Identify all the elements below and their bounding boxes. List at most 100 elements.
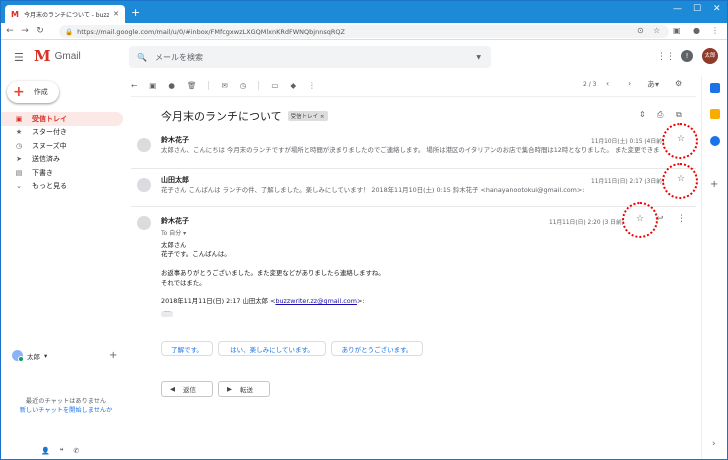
back-to-inbox-icon[interactable]: ← — [131, 81, 137, 90]
back-icon[interactable]: ← — [4, 26, 16, 36]
browser-tab[interactable]: M 今月末のランチについて - buzzwriter ✕ — [5, 5, 125, 23]
delete-icon[interactable]: 🗑 — [187, 81, 197, 90]
reload-icon[interactable]: ↻ — [34, 26, 46, 36]
title-bar: M 今月末のランチについて - buzzwriter ✕ + — ☐ ✕ — [1, 1, 727, 23]
message-item[interactable]: 鈴木花子 太郎さん、こんにちは 今月末のランチですが場所と時間が決まりましたので… — [131, 131, 696, 167]
chevron-down-icon: ▾ — [44, 351, 48, 360]
url-bar[interactable]: 🔒 https://mail.google.com/mail/u/0/#inbo… — [59, 25, 669, 38]
inbox-label-chip[interactable]: 受信トレイ × — [287, 111, 328, 121]
quote-email-link[interactable]: buzzwriter.zz@gmail.com — [275, 297, 356, 305]
key-icon[interactable]: ⊙ — [637, 26, 644, 35]
add-chat-icon[interactable]: + — [109, 350, 117, 361]
message-date: 11月10日(土) 0:15 (4日前) — [591, 139, 665, 145]
hangouts-icon[interactable]: ❝ — [60, 447, 64, 455]
highlight-circle — [662, 163, 698, 199]
open-new-window-icon[interactable]: ⧉ — [676, 110, 682, 120]
lock-icon: 🔒 — [65, 27, 74, 36]
label-icon[interactable]: ◆ — [290, 81, 296, 90]
input-tools-label: あ — [647, 80, 655, 89]
more-options-icon[interactable]: ⋮ — [677, 214, 686, 224]
toolbar-divider-line — [131, 96, 696, 97]
avatar — [137, 138, 151, 152]
prev-icon[interactable]: ‹ — [606, 79, 609, 88]
notifications-icon[interactable]: ! — [681, 50, 693, 62]
start-chat-link[interactable]: 新しいチャットを開始しませんか — [11, 406, 121, 415]
more-options-icon[interactable]: ⋮ — [308, 81, 316, 90]
gmail-m-icon: M — [34, 47, 51, 65]
input-tools-button[interactable]: あ▾ — [647, 79, 659, 90]
sidebar-item-sent[interactable]: ➤ 送信済み — [1, 153, 123, 167]
show-trimmed-content-button[interactable]: ··· — [161, 310, 173, 317]
forward-button[interactable]: ▶ 転送 — [218, 381, 270, 397]
message-snippet: 太郎さん、こんにちは 今月末のランチですが場所と時間が決まりましたのでご連絡しま… — [161, 146, 660, 154]
message-snippet: 花子さん こんばんは ランチの件、了解しました。楽しみにしています！ 2018年… — [161, 186, 585, 194]
minimize-icon[interactable]: — — [673, 4, 682, 14]
sidebar-item-drafts[interactable]: ▤ 下書き — [1, 166, 123, 180]
gmail-favicon-icon: M — [11, 9, 19, 19]
sidebar-item-more[interactable]: ⌄ もっと見る — [1, 180, 123, 194]
expand-all-icon[interactable]: ⇕ — [639, 110, 646, 119]
tab-close-icon[interactable]: ✕ — [113, 10, 119, 18]
main-menu-icon[interactable]: ☰ — [14, 51, 24, 64]
maximize-icon[interactable]: ☐ — [693, 4, 701, 14]
toolbar-divider — [258, 80, 260, 90]
reply-button[interactable]: ◀ 返信 — [161, 381, 213, 397]
smart-reply-button[interactable]: 了解です。 — [161, 341, 213, 356]
sidebar-bottom-bar: 👤 ❝ ✆ — [41, 447, 79, 455]
recipient-line[interactable]: To 自分 ▾ — [161, 228, 186, 237]
smart-reply-button[interactable]: はい、楽しみにしています。 — [218, 341, 326, 356]
person-icon[interactable]: 👤 — [41, 447, 50, 455]
browser-window: M 今月末のランチについて - buzzwriter ✕ + — ☐ ✕ ← →… — [0, 0, 728, 460]
account-icon[interactable]: ● — [693, 26, 700, 35]
sidebar-item-inbox[interactable]: ▣ 受信トレイ — [1, 112, 123, 126]
chevron-down-icon: ⌄ — [16, 182, 22, 191]
url-text: https://mail.google.com/mail/u/0/#inbox/… — [77, 27, 345, 36]
reply-label: 返信 — [183, 386, 196, 394]
quote-prefix: 2018年11月11日(日) 2:17 山田太郎 < — [161, 297, 276, 306]
message-date: 11月11日(日) 2:20 (3 日前) — [549, 220, 625, 226]
archive-icon[interactable]: ▣ — [149, 81, 156, 90]
smart-reply-button[interactable]: ありがとうございます。 — [331, 341, 423, 356]
chat-user[interactable]: 太郎 ▾ — [12, 350, 48, 362]
sidebar-item-label: スヌーズ中 — [32, 141, 67, 150]
sidebar-item-snoozed[interactable]: ◷ スヌーズ中 — [1, 139, 123, 153]
search-options-icon[interactable]: ▼ — [476, 54, 481, 61]
quote-line: 2018年11月11日(日) 2:17 山田太郎 <buzzwriter.zz@… — [161, 297, 385, 306]
sidebar-nav: ▣ 受信トレイ ★ スター付き ◷ スヌーズ中 ➤ 送信済み ▤ 下書き ⌄ も… — [1, 112, 123, 193]
gmail-logo[interactable]: M Gmail — [34, 47, 81, 65]
close-window-icon[interactable]: ✕ — [713, 4, 721, 14]
pager-text: 2 / 3 — [583, 81, 597, 88]
search-icon[interactable]: 🔍 — [137, 53, 147, 62]
calendar-icon[interactable] — [710, 83, 720, 93]
tasks-icon[interactable] — [710, 136, 720, 146]
message-divider — [131, 206, 696, 207]
report-spam-icon[interactable]: ● — [168, 81, 175, 90]
settings-gear-icon[interactable]: ⚙ — [675, 79, 682, 88]
search-input[interactable]: 🔍 メールを検索 ▼ — [129, 46, 491, 68]
extension-icon[interactable]: ▣ — [673, 26, 681, 35]
print-icon[interactable]: ⎙ — [657, 110, 663, 120]
chevron-right-icon[interactable]: › — [712, 439, 716, 449]
message-toolbar: ← ▣ ● 🗑 ✉ ◷ ▭ ◆ ⋮ — [131, 78, 696, 92]
next-icon[interactable]: › — [628, 79, 631, 88]
phone-icon[interactable]: ✆ — [74, 447, 80, 455]
bookmark-star-icon[interactable]: ☆ — [653, 26, 660, 35]
sidebar-item-label: 下書き — [32, 168, 53, 177]
browser-menu-icon[interactable]: ⋮ — [711, 26, 719, 35]
body-line: お返事ありがとうございました。また変更などがありましたら連絡しますね。 — [161, 269, 385, 278]
forward-icon[interactable]: → — [19, 26, 31, 36]
plus-icon: + — [13, 84, 25, 100]
add-addon-icon[interactable]: + — [710, 179, 718, 190]
new-tab-icon[interactable]: + — [131, 6, 140, 19]
snooze-icon[interactable]: ◷ — [240, 81, 247, 90]
body-line: それではまた。 — [161, 278, 206, 287]
move-to-icon[interactable]: ▭ — [271, 81, 278, 90]
mark-unread-icon[interactable]: ✉ — [221, 81, 227, 90]
apps-grid-icon[interactable]: ⋮⋮ — [657, 52, 675, 62]
keep-icon[interactable] — [710, 109, 720, 119]
avatar[interactable]: 太郎 — [702, 48, 718, 64]
message-item[interactable]: 山田太郎 花子さん こんばんは ランチの件、了解しました。楽しみにしています！ … — [131, 171, 696, 205]
compose-button[interactable]: + 作成 — [7, 81, 59, 103]
sidebar-item-starred[interactable]: ★ スター付き — [1, 126, 123, 140]
inbox-icon: ▣ — [15, 114, 23, 123]
